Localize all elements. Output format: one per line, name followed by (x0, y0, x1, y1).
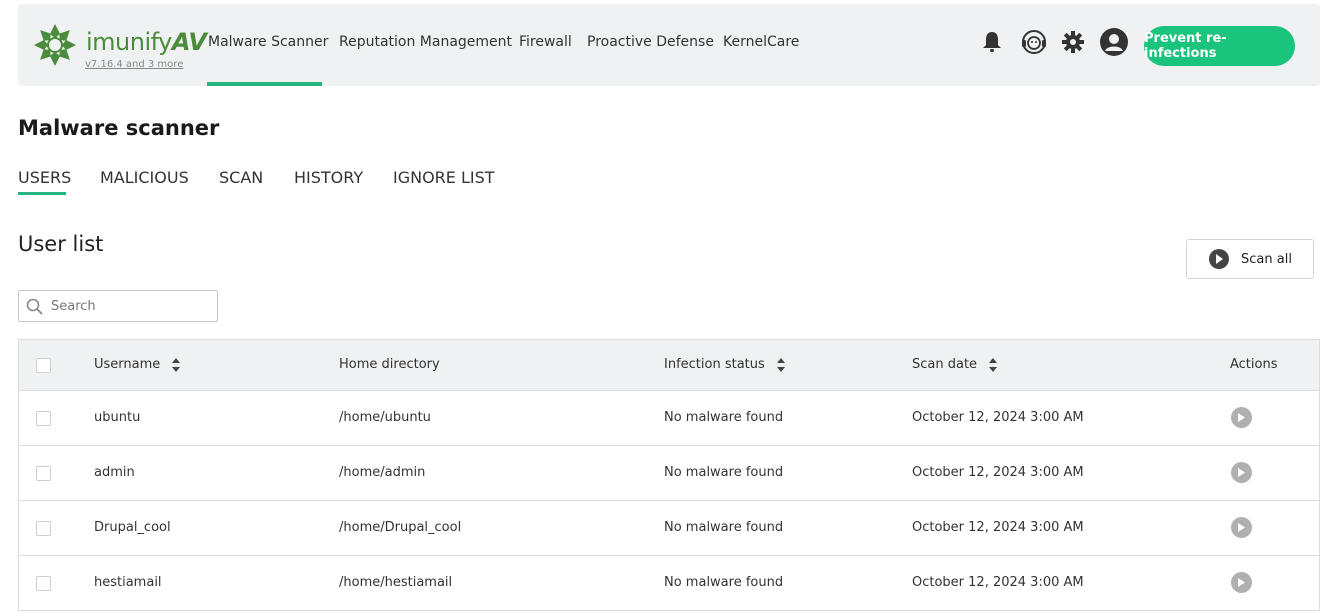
scan-date-cell: October 12, 2024 3:00 AM (912, 410, 1084, 425)
column-username-label: Username (94, 357, 161, 372)
imunify-logo-icon (34, 24, 76, 66)
column-scan-date-label: Scan date (912, 357, 978, 372)
brand-name: imunifyAV (86, 28, 207, 56)
play-icon (1238, 468, 1245, 477)
play-icon (1238, 413, 1245, 422)
username-cell: admin (94, 465, 135, 480)
table-header: Username Home directory Infection status… (19, 340, 1319, 391)
column-infection-status[interactable]: Infection status (664, 357, 785, 372)
scan-date-cell: October 12, 2024 3:00 AM (912, 465, 1084, 480)
nav-kernelcare[interactable]: KernelCare (723, 34, 799, 50)
nav-proactive-defense[interactable]: Proactive Defense (587, 34, 714, 50)
scan-all-label: Scan all (1241, 251, 1292, 267)
scan-user-button[interactable] (1231, 517, 1252, 538)
column-scan-date[interactable]: Scan date (912, 357, 998, 372)
table-row: Drupal_cool /home/Drupal_cool No malware… (19, 501, 1319, 556)
tab-malicious[interactable]: MALICIOUS (100, 168, 189, 187)
nav-malware-scanner[interactable]: Malware Scanner (208, 34, 328, 50)
infection-status-cell: No malware found (664, 575, 784, 590)
prevent-reinfections-button[interactable]: Prevent re-infections (1144, 26, 1295, 66)
row-checkbox[interactable] (36, 411, 51, 426)
sort-icon[interactable] (172, 357, 181, 372)
nav-reputation-management[interactable]: Reputation Management (339, 34, 512, 50)
play-icon (1238, 578, 1245, 587)
column-infection-status-label: Infection status (664, 357, 765, 372)
row-checkbox[interactable] (36, 466, 51, 481)
home-directory-cell: /home/admin (339, 465, 426, 480)
scan-user-button[interactable] (1231, 407, 1252, 428)
row-checkbox[interactable] (36, 521, 51, 536)
sort-icon[interactable] (776, 357, 785, 372)
bell-icon[interactable] (978, 28, 1006, 56)
user-table: Username Home directory Infection status… (18, 339, 1320, 611)
search-input[interactable] (51, 291, 211, 321)
username-cell: Drupal_cool (94, 520, 171, 535)
gear-icon[interactable] (1059, 28, 1087, 56)
select-all-checkbox[interactable] (36, 358, 51, 373)
column-home-directory: Home directory (339, 357, 440, 372)
home-directory-cell: /home/hestiamail (339, 575, 453, 590)
page-title: Malware scanner (18, 116, 220, 140)
search-icon (26, 298, 43, 315)
top-navigation-bar: imunifyAV v7.16.4 and 3 more Malware Sca… (18, 4, 1320, 86)
infection-status-cell: No malware found (664, 465, 784, 480)
home-directory-cell: /home/Drupal_cool (339, 520, 462, 535)
infection-status-cell: No malware found (664, 520, 784, 535)
table-row: hestiamail /home/hestiamail No malware f… (19, 556, 1319, 611)
play-icon (1209, 249, 1229, 269)
support-agent-icon[interactable] (1020, 28, 1048, 56)
username-cell: ubuntu (94, 410, 141, 425)
table-row: admin /home/admin No malware found Octob… (19, 446, 1319, 501)
home-directory-cell: /home/ubuntu (339, 410, 431, 425)
sort-icon[interactable] (989, 357, 998, 372)
search-box (18, 290, 218, 322)
active-tab-indicator (18, 192, 66, 195)
tab-users[interactable]: USERS (18, 168, 71, 187)
version-link[interactable]: v7.16.4 and 3 more (85, 59, 183, 70)
nav-firewall[interactable]: Firewall (519, 34, 572, 50)
play-icon (1238, 523, 1245, 532)
scan-date-cell: October 12, 2024 3:00 AM (912, 520, 1084, 535)
scan-user-button[interactable] (1231, 572, 1252, 593)
tab-scan[interactable]: SCAN (219, 168, 263, 187)
scan-all-button[interactable]: Scan all (1186, 239, 1314, 279)
tab-history[interactable]: HISTORY (294, 168, 363, 187)
infection-status-cell: No malware found (664, 410, 784, 425)
scan-date-cell: October 12, 2024 3:00 AM (912, 575, 1084, 590)
active-nav-indicator (207, 82, 322, 86)
tab-ignore-list[interactable]: IGNORE LIST (393, 168, 495, 187)
scan-user-button[interactable] (1231, 462, 1252, 483)
username-cell: hestiamail (94, 575, 162, 590)
section-title: User list (18, 232, 104, 256)
user-avatar-icon[interactable] (1100, 28, 1128, 56)
column-username[interactable]: Username (94, 357, 181, 372)
row-checkbox[interactable] (36, 576, 51, 591)
table-row: ubuntu /home/ubuntu No malware found Oct… (19, 391, 1319, 446)
column-actions: Actions (1230, 357, 1278, 372)
